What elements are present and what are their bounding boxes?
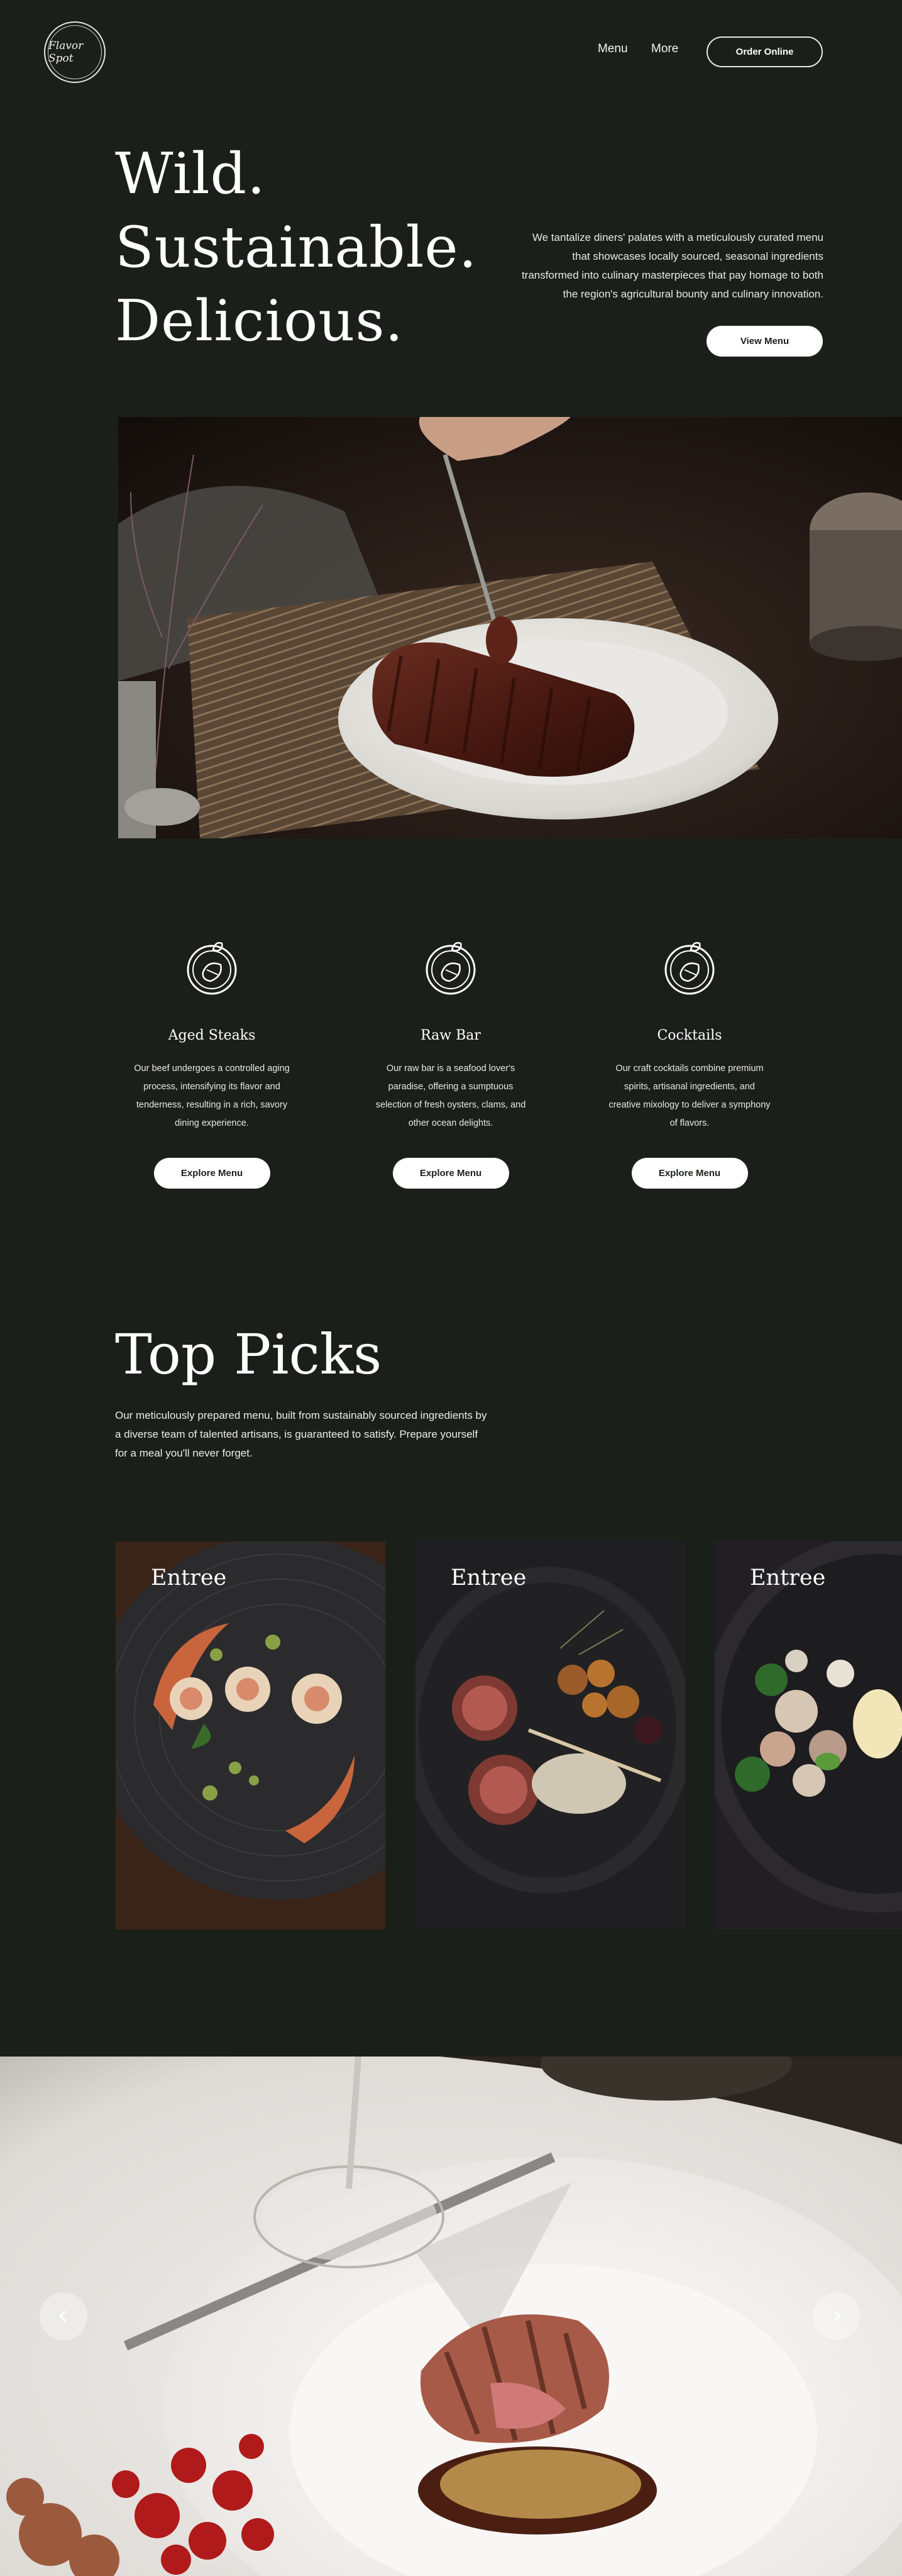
top-picks-description: Our meticulously prepared menu, built fr… — [115, 1409, 487, 1459]
carousel-prev-button[interactable] — [40, 2292, 87, 2340]
feature-raw-bar: Raw Bar Our raw bar is a seafood lover's… — [356, 937, 545, 1189]
logo-text: Flavor Spot — [48, 25, 102, 79]
dish-icon — [187, 941, 237, 995]
nav-menu-link[interactable]: Menu — [598, 42, 628, 56]
hero-steak-image — [118, 417, 902, 838]
entree-image — [415, 1541, 685, 1929]
feature-cocktails: Cocktails Our craft cocktails combine pr… — [595, 937, 784, 1189]
pick-card[interactable]: Entree — [116, 1541, 385, 1929]
feature-title: Cocktails — [657, 1028, 722, 1043]
feature-description: Our beef undergoes a controlled aging pr… — [134, 1063, 290, 1128]
view-menu-button[interactable]: View Menu — [707, 326, 823, 357]
feature-description: Our raw bar is a seafood lover's paradis… — [375, 1063, 526, 1128]
top-picks-title: Top Picks — [115, 1322, 382, 1387]
carousel-next-button[interactable] — [813, 2292, 861, 2340]
hero-title: Wild. Sustainable. Delicious. — [115, 137, 477, 358]
nav-more-link[interactable]: More — [651, 42, 678, 56]
pick-card[interactable]: Entree — [715, 1541, 902, 1929]
hero-description: We tantalize diners' palates with a meti… — [521, 231, 823, 300]
order-online-button[interactable]: Order Online — [707, 36, 823, 67]
logo[interactable]: Flavor Spot — [44, 21, 106, 83]
explore-menu-button[interactable]: Explore Menu — [392, 1158, 509, 1189]
dish-icon — [664, 941, 715, 995]
feature-title: Raw Bar — [421, 1028, 481, 1043]
pick-card-label: Entree — [750, 1565, 826, 1591]
pick-card-label: Entree — [151, 1565, 227, 1591]
chevron-right-icon — [833, 2310, 842, 2323]
explore-menu-button[interactable]: Explore Menu — [153, 1158, 270, 1189]
hero-title-line: Sustainable. — [115, 214, 478, 280]
dish-icon — [426, 941, 476, 995]
entree-image — [116, 1541, 385, 1929]
feature-title: Aged Steaks — [168, 1028, 256, 1043]
pick-card-label: Entree — [451, 1565, 527, 1591]
hero-title-line: Wild. — [115, 141, 266, 207]
chevron-left-icon — [58, 2310, 67, 2323]
carousel-image — [0, 2057, 902, 2576]
entree-image — [715, 1541, 902, 1929]
hero-title-line: Delicious. — [115, 288, 404, 354]
feature-description: Our craft cocktails combine premium spir… — [608, 1063, 771, 1128]
explore-menu-button[interactable]: Explore Menu — [631, 1158, 748, 1189]
pick-card[interactable]: Entree — [415, 1541, 685, 1929]
feature-aged-steaks: Aged Steaks Our beef undergoes a control… — [118, 937, 306, 1189]
